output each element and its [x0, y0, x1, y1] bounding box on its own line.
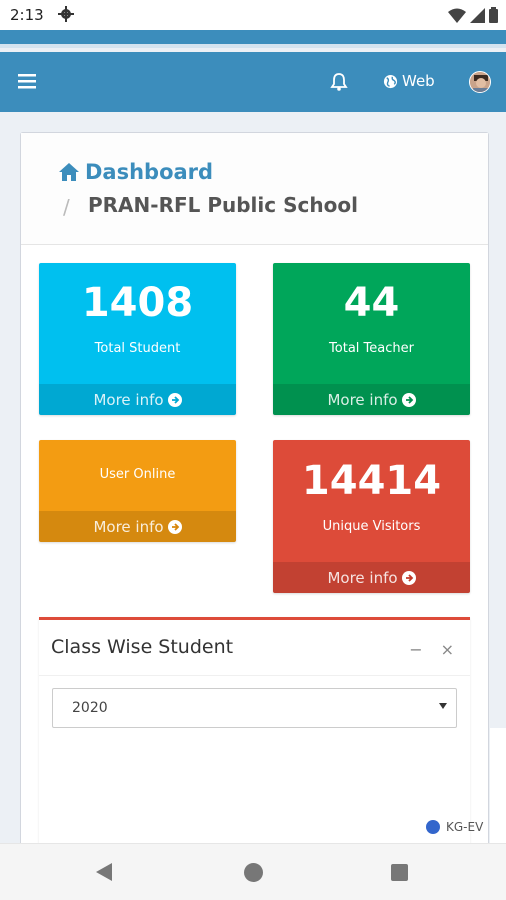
- card-divider: [39, 675, 470, 676]
- arrow-circle-right-icon: [167, 392, 182, 407]
- back-icon[interactable]: [96, 863, 112, 881]
- stat-label: Total Student: [94, 341, 181, 356]
- status-time: 2:13: [10, 6, 44, 24]
- class-wise-card: Class Wise Student − × 2020: [39, 617, 470, 857]
- more-info-label: More info: [327, 568, 398, 587]
- more-info-link[interactable]: More info: [273, 384, 470, 415]
- right-edge-mask: [490, 728, 506, 848]
- status-icons: [448, 7, 498, 23]
- more-info-link[interactable]: More info: [39, 511, 236, 542]
- stat-value: 14414: [301, 458, 442, 504]
- more-info-link[interactable]: More info: [273, 562, 470, 593]
- year-select-value: 2020: [72, 700, 108, 716]
- chart-legend[interactable]: KG-EV: [426, 820, 483, 834]
- recent-apps-icon[interactable]: [391, 864, 408, 881]
- globe-icon: [383, 74, 398, 88]
- page-title: PRAN-RFL Public School: [88, 193, 358, 217]
- stat-user-online: User Online More info: [39, 440, 236, 542]
- breadcrumb-separator: /: [63, 195, 70, 219]
- stat-label: Total Teacher: [329, 341, 414, 356]
- avatar-image: [470, 72, 490, 92]
- close-button[interactable]: ×: [441, 640, 454, 659]
- gear-icon: [58, 6, 74, 22]
- minimize-button[interactable]: −: [409, 640, 422, 659]
- stat-unique-visitors: 14414 Unique Visitors More info: [273, 440, 470, 593]
- battery-icon: [489, 7, 498, 23]
- card-title: Class Wise Student: [51, 636, 234, 658]
- android-navigation-bar: [0, 843, 506, 900]
- caret-down-icon: [439, 703, 447, 709]
- header-strip: [0, 30, 506, 48]
- web-link[interactable]: Web: [383, 72, 435, 90]
- stat-value: 44: [343, 280, 400, 326]
- signal-icon: [470, 7, 485, 23]
- stat-total-student: 1408 Total Student More info: [39, 263, 236, 415]
- page-header: Dashboard / PRAN-RFL Public School: [21, 133, 488, 245]
- avatar[interactable]: [469, 71, 491, 93]
- legend-dot: [426, 820, 440, 834]
- status-bar: 2:13: [0, 0, 506, 30]
- home-button-icon[interactable]: [244, 863, 263, 882]
- stat-value: 1408: [81, 280, 194, 326]
- more-info-label: More info: [327, 390, 398, 409]
- stat-label: User Online: [99, 467, 176, 482]
- top-navbar: Web: [0, 52, 506, 112]
- breadcrumb-dashboard[interactable]: Dashboard: [59, 160, 213, 184]
- more-info-label: More info: [93, 517, 164, 536]
- stat-label: Unique Visitors: [322, 519, 421, 534]
- more-info-label: More info: [93, 390, 164, 409]
- breadcrumb-dashboard-label: Dashboard: [85, 160, 214, 184]
- wifi-icon: [448, 8, 466, 23]
- year-select[interactable]: 2020: [52, 688, 457, 728]
- more-info-link[interactable]: More info: [39, 384, 236, 415]
- arrow-circle-right-icon: [401, 570, 416, 585]
- web-label: Web: [402, 72, 435, 90]
- arrow-circle-right-icon: [167, 519, 182, 534]
- home-icon: [59, 163, 79, 181]
- arrow-circle-right-icon: [401, 392, 416, 407]
- card-tools: − ×: [409, 640, 454, 659]
- bell-icon[interactable]: [329, 72, 349, 92]
- legend-label: KG-EV: [446, 820, 484, 834]
- menu-icon[interactable]: [18, 73, 36, 89]
- stat-total-teacher: 44 Total Teacher More info: [273, 263, 470, 415]
